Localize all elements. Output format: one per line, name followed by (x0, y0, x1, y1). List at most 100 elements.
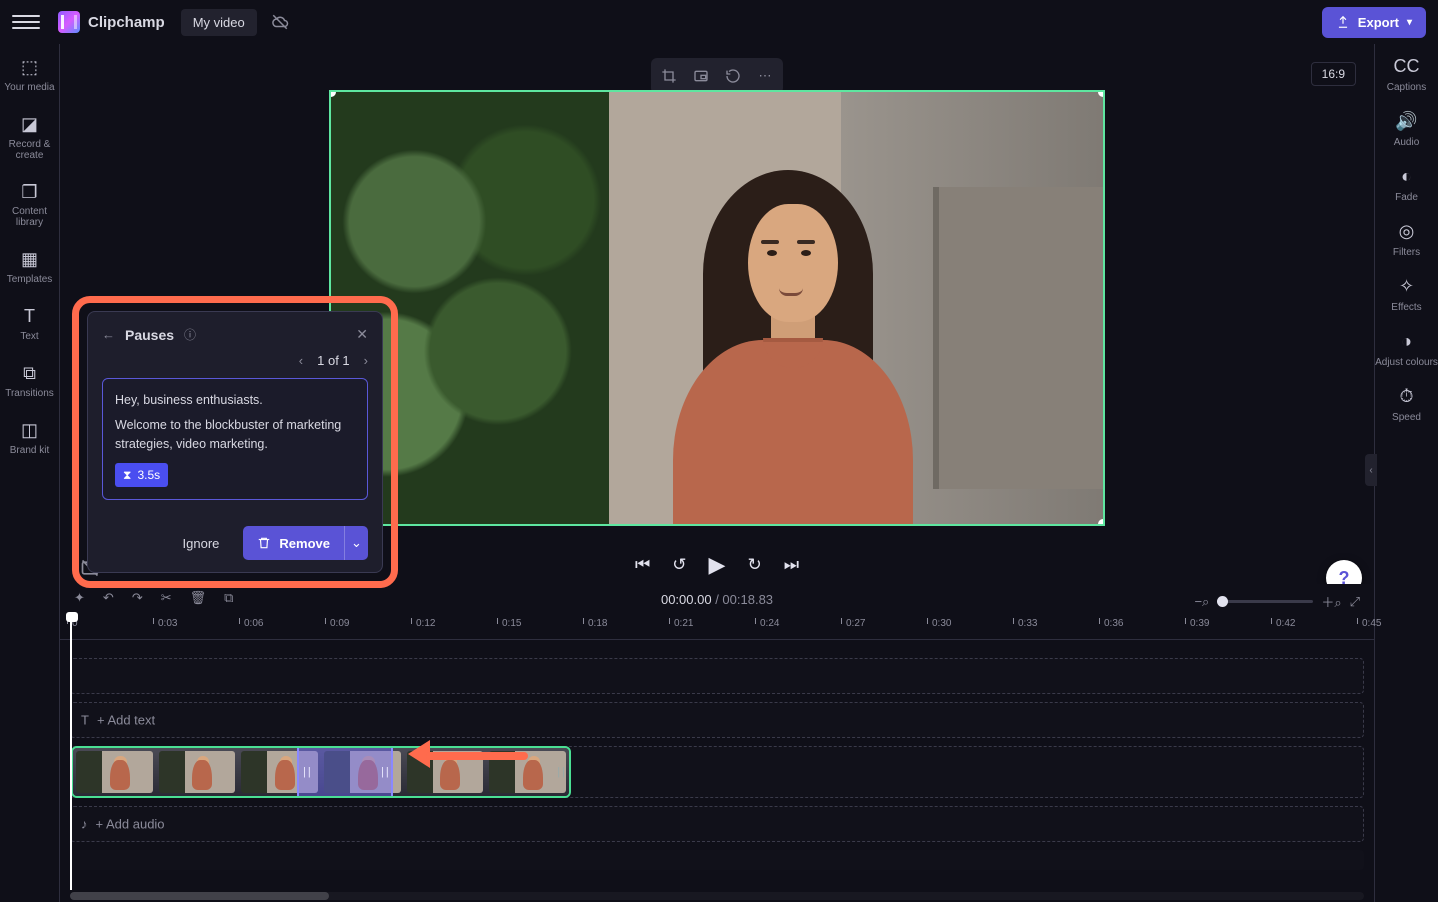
undo-icon[interactable]: ↶ (103, 590, 114, 606)
speed-icon: ⏱ (1399, 386, 1413, 407)
duplicate-icon[interactable]: ⧉ (224, 590, 233, 606)
pause-handle-icon[interactable]: || (381, 766, 391, 778)
video-track[interactable]: 🔈 || || || (70, 746, 1364, 798)
playhead[interactable] (70, 614, 72, 890)
redo-icon[interactable]: ↷ (132, 590, 143, 606)
transcript-line: Welcome to the blockbuster of marketing … (115, 416, 355, 454)
close-icon[interactable]: ✕ (356, 326, 368, 343)
rr-label: Fade (1395, 192, 1418, 203)
pager: ‹ 1 of 1 › (102, 353, 368, 368)
camera-icon: ◪ (21, 115, 38, 135)
time-current: 00:00.00 (661, 592, 712, 607)
captions-icon: CC (1394, 56, 1420, 77)
annotation-arrow (408, 744, 528, 764)
prev-icon[interactable]: ‹ (299, 353, 303, 368)
rail-label: Your media (4, 82, 54, 93)
back-icon[interactable]: ← (102, 327, 115, 342)
skip-end-icon[interactable]: ⏭ (784, 555, 799, 575)
rr-label: Audio (1394, 137, 1420, 148)
play-icon[interactable]: ▶ (709, 552, 726, 578)
contrast-icon: ◑ (1401, 331, 1412, 352)
resize-handle[interactable] (1098, 90, 1105, 97)
rr-filters[interactable]: ◎Filters (1393, 221, 1420, 258)
rr-audio[interactable]: 🔊Audio (1394, 111, 1420, 148)
text-track[interactable]: T+ Add text (70, 702, 1364, 738)
pause-duration: 3.5s (137, 466, 160, 484)
remove-button[interactable]: Remove (243, 526, 344, 560)
rr-adjust-colours[interactable]: ◑Adjust colours (1375, 331, 1438, 368)
rr-fade[interactable]: ◐ Fade (1395, 166, 1418, 203)
rr-label: Effects (1391, 302, 1421, 313)
crop-tool[interactable] (655, 62, 683, 90)
rewind-icon[interactable]: ↺ (672, 555, 686, 575)
split-icon[interactable]: ✂ (161, 590, 172, 606)
zoom-in-icon[interactable]: ＋⌕ (1321, 592, 1341, 611)
rr-speed[interactable]: ⏱Speed (1392, 386, 1421, 423)
ignore-button[interactable]: Ignore (167, 528, 236, 559)
rail-text[interactable]: T Text (18, 303, 40, 346)
project-name[interactable]: My video (181, 9, 257, 36)
time-ruler[interactable]: 00:030:060:090:120:150:180:210:240:270:3… (60, 618, 1374, 640)
zoom-out-icon[interactable]: −⌕ (1194, 594, 1209, 610)
more-tool[interactable]: ⋯ (751, 62, 779, 90)
delete-icon[interactable]: 🗑 (190, 590, 207, 606)
rail-content-library[interactable]: ❐Content library (0, 179, 59, 233)
audio-track[interactable]: ♪+ Add audio (70, 806, 1364, 842)
rotate-tool[interactable] (719, 62, 747, 90)
fade-icon: ◐ (1401, 166, 1412, 187)
ruler-tick: 0:45 (1362, 618, 1381, 629)
ruler-tick: 0:15 (502, 618, 521, 629)
ruler-tick: 0:33 (1018, 618, 1037, 629)
add-text-label: + Add text (97, 713, 155, 728)
empty-track[interactable] (70, 850, 1364, 870)
left-rail: ⬚Your media ◪Record & create ❐Content li… (0, 44, 60, 902)
pager-label: 1 of 1 (317, 353, 350, 368)
fit-icon[interactable]: ⤢ (1350, 594, 1360, 610)
menu-button[interactable] (12, 8, 40, 36)
info-icon[interactable]: ⓘ (184, 326, 196, 343)
text-icon: T (24, 307, 35, 327)
preview-frame (331, 92, 1103, 524)
brand-label: Clipchamp (88, 14, 165, 31)
transitions-icon: ⧉ (23, 364, 36, 384)
remove-split-button[interactable]: ⌄ (344, 526, 368, 560)
pause-card[interactable]: Hey, business enthusiasts. Welcome to th… (102, 378, 368, 500)
templates-icon: ▦ (21, 250, 38, 270)
cloud-off-icon (271, 13, 289, 31)
next-icon[interactable]: › (364, 353, 368, 368)
ruler-tick: 0:21 (674, 618, 693, 629)
ruler-tick: 0:42 (1276, 618, 1295, 629)
rail-label: Text (20, 331, 38, 342)
rr-effects[interactable]: ✧Effects (1391, 276, 1421, 313)
transport-controls: ⏮ ↺ ▶ ↻ ⏭ (635, 552, 799, 578)
rail-brand-kit[interactable]: ◫Brand kit (8, 417, 51, 460)
brand[interactable]: Clipchamp (58, 11, 165, 33)
timeline: ✦ ↶ ↷ ✂ 🗑 ⧉ 00:00.00 / 00:18.83 −⌕ ＋⌕ ⤢ … (60, 584, 1374, 902)
empty-track[interactable] (70, 658, 1364, 694)
timeline-scrollbar[interactable] (70, 892, 1364, 900)
pip-tool[interactable] (687, 62, 715, 90)
ruler-tick: 0:36 (1104, 618, 1123, 629)
remove-label: Remove (279, 536, 330, 551)
aspect-ratio-badge[interactable]: 16:9 (1311, 62, 1356, 86)
transcript-line: Hey, business enthusiasts. (115, 391, 355, 410)
rr-label: Filters (1393, 247, 1420, 258)
pause-handle-icon[interactable]: || (303, 766, 313, 778)
annotation-highlight: ← Pauses ⓘ ✕ ‹ 1 of 1 › Hey, business en… (72, 296, 398, 588)
clip-end-handle[interactable]: || (557, 766, 567, 778)
right-rail: CCCaptions 🔊Audio ◐ Fade ◎Filters ✧Effect… (1374, 44, 1438, 902)
rail-transitions[interactable]: ⧉Transitions (3, 360, 56, 403)
zoom-slider[interactable] (1217, 600, 1313, 603)
rail-record-create[interactable]: ◪Record & create (0, 111, 59, 165)
forward-icon[interactable]: ↻ (747, 555, 761, 575)
magic-icon[interactable]: ✦ (74, 590, 85, 606)
rr-captions[interactable]: CCCaptions (1387, 56, 1426, 93)
video-preview[interactable] (329, 90, 1105, 526)
rail-templates[interactable]: ▦Templates (5, 246, 55, 289)
resize-handle[interactable] (1098, 519, 1105, 526)
export-button[interactable]: Export ▾ (1322, 7, 1426, 38)
skip-start-icon[interactable]: ⏮ (635, 555, 650, 575)
panel-title: Pauses (125, 327, 174, 343)
rail-your-media[interactable]: ⬚Your media (2, 54, 56, 97)
timeline-tools: ✦ ↶ ↷ ✂ 🗑 ⧉ (74, 590, 233, 606)
